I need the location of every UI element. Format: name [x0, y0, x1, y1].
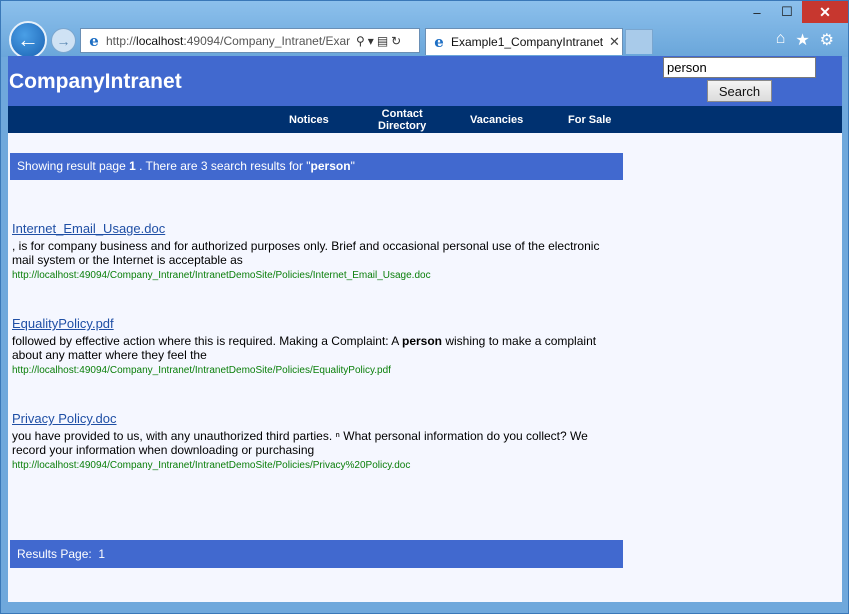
window-controls: – ☐ ✕ — [742, 1, 848, 23]
browser-titlebar: – ☐ ✕ ← → e http://localhost:49094/Compa… — [1, 1, 848, 59]
results-pager: Results Page: 1 — [10, 540, 623, 568]
maximize-button[interactable]: ☐ — [772, 1, 802, 23]
nav-bar: Notices Contact Directory Vacancies For … — [8, 106, 842, 133]
forward-arrow-icon: → — [56, 32, 71, 49]
search-result: Internet_Email_Usage.doc , is for compan… — [12, 221, 612, 281]
browser-window: – ☐ ✕ ← → e http://localhost:49094/Compa… — [0, 0, 849, 614]
browser-tab-active[interactable]: e Example1_CompanyIntranet ✕ — [425, 28, 623, 55]
dropdown-icon[interactable]: ▾ — [368, 34, 374, 48]
result-title-link[interactable]: Privacy Policy.doc — [12, 411, 612, 426]
refresh-icon[interactable]: ↻ — [391, 34, 401, 48]
page-viewport: CompanyIntranet Search Notices Contact D… — [8, 56, 842, 602]
back-arrow-icon: ← — [17, 27, 39, 52]
back-button[interactable]: ← — [9, 21, 47, 59]
nav-item-vacancies[interactable]: Vacancies — [470, 114, 523, 126]
ie-logo-icon: e — [434, 33, 444, 51]
result-snippet: , is for company business and for author… — [12, 239, 600, 267]
site-header: CompanyIntranet Search — [8, 56, 842, 106]
star-icon[interactable]: ★ — [795, 30, 809, 50]
ie-logo-icon: e — [89, 31, 99, 50]
compat-view-icon[interactable]: ▤ — [377, 34, 388, 48]
result-snippet: followed by effective action where this … — [12, 334, 597, 362]
address-url[interactable]: http://localhost:49094/Company_Intranet/… — [106, 34, 352, 48]
site-title: CompanyIntranet — [9, 70, 182, 93]
result-url: http://localhost:49094/Company_Intranet/… — [12, 365, 391, 376]
address-actions: ⚲ ▾ ▤ ↻ — [356, 34, 401, 48]
nav-item-notices[interactable]: Notices — [289, 114, 329, 126]
pager-page-1[interactable]: 1 — [98, 547, 105, 561]
nav-item-contact-directory[interactable]: Contact Directory — [378, 108, 426, 132]
address-bar[interactable]: e http://localhost:49094/Company_Intrane… — [80, 28, 420, 53]
browser-tools: ⌂ ★ ⚙ — [776, 30, 834, 50]
tab-title: Example1_CompanyIntranet — [451, 35, 603, 49]
search-result: EqualityPolicy.pdf followed by effective… — [12, 316, 612, 376]
search-result: Privacy Policy.doc you have provided to … — [12, 411, 612, 471]
home-icon[interactable]: ⌂ — [776, 30, 786, 50]
nav-item-for-sale[interactable]: For Sale — [568, 114, 611, 126]
result-url: http://localhost:49094/Company_Intranet/… — [12, 270, 431, 281]
new-tab-button[interactable] — [625, 29, 653, 54]
gear-icon[interactable]: ⚙ — [820, 30, 834, 50]
search-input[interactable] — [663, 57, 816, 78]
result-title-link[interactable]: EqualityPolicy.pdf — [12, 316, 612, 331]
forward-button[interactable]: → — [51, 28, 76, 53]
result-snippet: you have provided to us, with any unauth… — [12, 429, 588, 457]
search-button[interactable]: Search — [707, 80, 772, 102]
pager-label: Results Page: — [17, 547, 92, 561]
result-title-link[interactable]: Internet_Email_Usage.doc — [12, 221, 612, 236]
results-summary: Showing result page 1 . There are 3 sear… — [10, 153, 623, 180]
close-button[interactable]: ✕ — [802, 1, 848, 23]
minimize-button[interactable]: – — [742, 1, 772, 23]
search-icon[interactable]: ⚲ — [356, 34, 365, 48]
result-url: http://localhost:49094/Company_Intranet/… — [12, 460, 411, 471]
tab-close-icon[interactable]: ✕ — [609, 34, 620, 50]
